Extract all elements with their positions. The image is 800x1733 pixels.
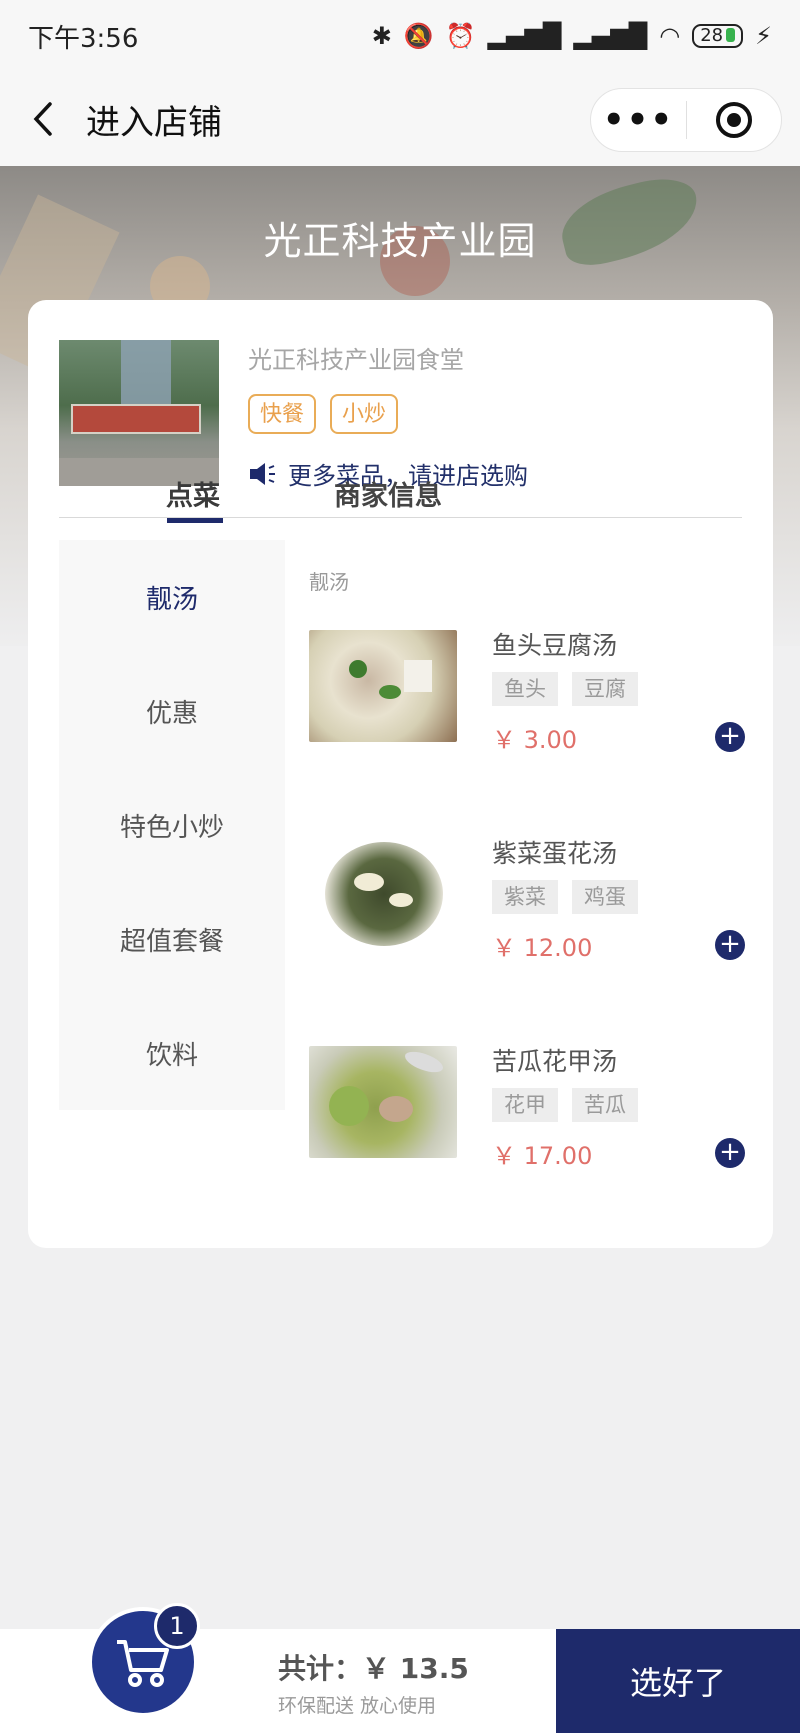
- active-tab-indicator: [167, 518, 223, 523]
- cart-count-badge: 1: [154, 1603, 200, 1649]
- dish-tags: 紫菜 鸡蛋: [492, 880, 638, 914]
- dish-tags: 花甲 苦瓜: [492, 1088, 638, 1122]
- status-time: 下午3:56: [28, 23, 139, 54]
- dish-price: ￥ 17.00: [492, 1142, 593, 1170]
- add-to-cart-button[interactable]: +: [715, 1138, 745, 1168]
- category-item-combo[interactable]: 超值套餐: [59, 882, 285, 996]
- cart-subtitle: 环保配送 放心使用: [278, 1695, 437, 1717]
- alarm-icon: ⏰: [445, 22, 476, 50]
- dish-name: 紫菜蛋花汤: [492, 839, 618, 868]
- back-button[interactable]: [0, 72, 86, 166]
- tab-order[interactable]: 点菜: [166, 474, 220, 513]
- close-mini-program-button[interactable]: [687, 102, 781, 138]
- category-item-soup[interactable]: 靓汤: [59, 540, 285, 654]
- dish-image-seaweed-egg: [309, 838, 457, 950]
- dish-name: 苦瓜花甲汤: [492, 1047, 618, 1076]
- signal-hd-icon: ▂▄▆█: [573, 22, 648, 50]
- cart-total: 共计：￥ 13.5: [278, 1652, 469, 1685]
- tab-bar: 点菜 商家信息: [59, 481, 742, 523]
- section-title: 靓汤: [309, 570, 349, 594]
- battery-level: 28: [700, 25, 724, 46]
- nav-title: 进入店铺: [86, 102, 222, 143]
- status-icons: ✱ 🔕 ⏰ ▂▄▆█ ▂▄▆█ ◠ 28 ⚡: [372, 22, 772, 50]
- dish-item[interactable]: 苦瓜花甲汤 花甲 苦瓜 ￥ 17.00 +: [309, 1046, 745, 1170]
- dish-tag: 鸡蛋: [572, 880, 638, 914]
- dish-tag: 鱼头: [492, 672, 558, 706]
- shop-photo: [59, 340, 219, 486]
- shop-tags: 快餐 小炒: [248, 394, 399, 434]
- dish-tag: 豆腐: [572, 672, 638, 706]
- more-options-button[interactable]: •••: [591, 88, 686, 152]
- shop-card: 光正科技产业园食堂 快餐 小炒 更多菜品，请进店选购 点菜 商家信息 靓汤 优惠…: [28, 300, 773, 1248]
- add-to-cart-button[interactable]: +: [715, 930, 745, 960]
- category-sidebar: 靓汤 优惠 特色小炒 超值套餐 饮料: [59, 540, 285, 1110]
- tab-merchant-info[interactable]: 商家信息: [334, 474, 442, 513]
- speaker-icon: [250, 462, 275, 485]
- wifi-icon: ◠: [659, 22, 681, 50]
- dish-tag: 苦瓜: [572, 1088, 638, 1122]
- target-icon: [715, 102, 752, 138]
- dish-item[interactable]: 紫菜蛋花汤 紫菜 鸡蛋 ￥ 12.00 +: [309, 838, 745, 962]
- battery-icon: 28: [692, 24, 744, 48]
- signal-icon: ▂▄▆█: [487, 22, 562, 50]
- dish-item[interactable]: 鱼头豆腐汤 鱼头 豆腐 ￥ 3.00 +: [309, 630, 745, 754]
- shop-name: 光正科技产业园食堂: [248, 346, 464, 374]
- dish-price: ￥ 3.00: [492, 726, 578, 754]
- dish-image-fish-head-tofu: [309, 630, 457, 742]
- add-to-cart-button[interactable]: +: [715, 722, 745, 752]
- dish-tags: 鱼头 豆腐: [492, 672, 638, 706]
- status-bar: 下午3:56 ✱ 🔕 ⏰ ▂▄▆█ ▂▄▆█ ◠ 28 ⚡: [0, 0, 800, 72]
- cart-bar: 1 共计：￥ 13.5 环保配送 放心使用 选好了: [0, 1603, 800, 1733]
- shop-tag: 快餐: [248, 394, 317, 434]
- dish-name: 鱼头豆腐汤: [492, 631, 618, 660]
- category-item-drinks[interactable]: 饮料: [59, 996, 285, 1110]
- category-item-discount[interactable]: 优惠: [59, 654, 285, 768]
- category-item-stirfry[interactable]: 特色小炒: [59, 768, 285, 882]
- dish-image-bitter-melon-clam: [309, 1046, 457, 1158]
- mute-bell-icon: 🔕: [403, 22, 434, 50]
- dish-price: ￥ 12.00: [492, 934, 593, 962]
- hero-title: 光正科技产业园: [263, 219, 537, 263]
- charging-icon: ⚡: [755, 22, 772, 50]
- chevron-left-icon: [33, 102, 52, 136]
- mini-program-capsule: •••: [590, 88, 782, 152]
- bluetooth-icon: ✱: [371, 22, 392, 50]
- checkout-button[interactable]: 选好了: [556, 1629, 800, 1733]
- shop-tag: 小炒: [330, 394, 399, 434]
- dish-tag: 紫菜: [492, 880, 558, 914]
- dish-tag: 花甲: [492, 1088, 558, 1122]
- nav-bar: 进入店铺 •••: [0, 72, 800, 166]
